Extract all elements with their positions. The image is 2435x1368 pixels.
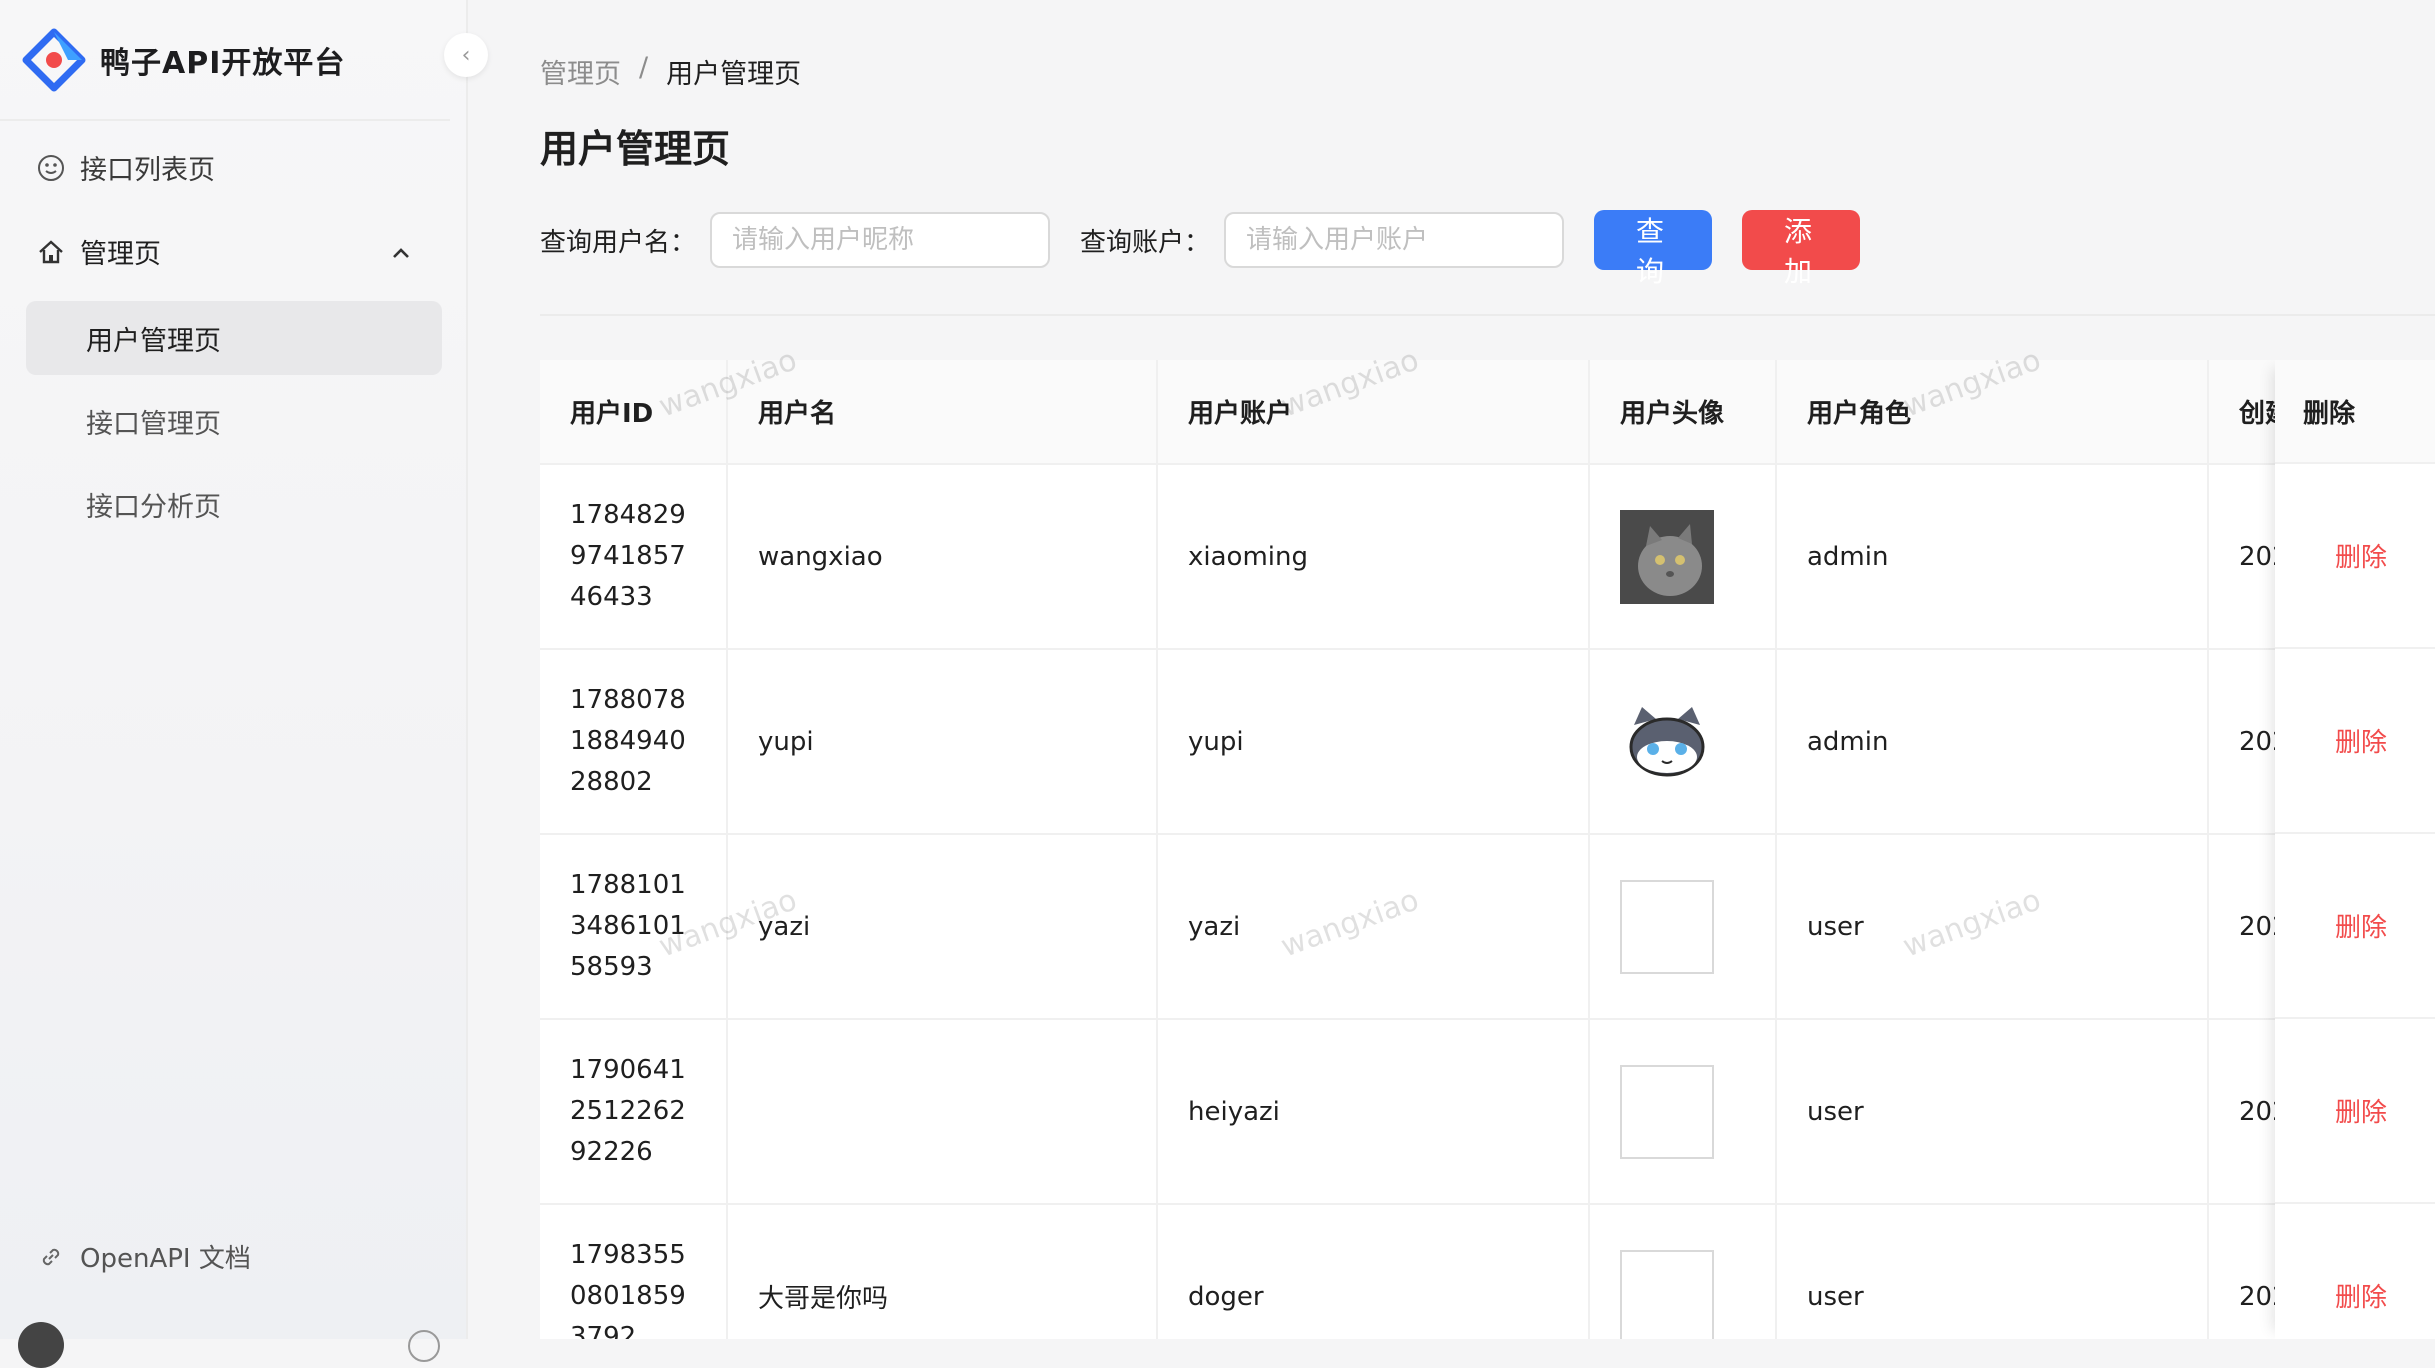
search-form: 查询用户名： 查询账户： 查询 添加 bbox=[540, 210, 1861, 288]
delete-button[interactable]: 删除 bbox=[2275, 464, 2435, 649]
account-cell: doger bbox=[1157, 1204, 1590, 1339]
account-search-input[interactable] bbox=[1224, 212, 1565, 268]
avatar-cell bbox=[1589, 1204, 1777, 1339]
avatar-placeholder[interactable] bbox=[1620, 879, 1714, 974]
delete-button[interactable]: 删除 bbox=[2275, 1204, 2435, 1339]
column-header-role[interactable]: 用户角色 bbox=[1776, 360, 2209, 465]
add-button[interactable]: 添加 bbox=[1742, 210, 1861, 288]
account-cell: yupi bbox=[1157, 649, 1590, 835]
user-id-cell: 1788101348610158593 bbox=[540, 834, 728, 1020]
sidebar-item-api-analysis[interactable]: 接口分析页 bbox=[26, 467, 442, 541]
column-header-avatar[interactable]: 用户头像 bbox=[1589, 360, 1777, 465]
account-cell: xiaoming bbox=[1157, 464, 1590, 650]
avatar-cell bbox=[1589, 834, 1777, 1020]
table-row: 1790641251226292226 heiyazi user 202 bbox=[540, 1019, 2435, 1205]
avatar-cell bbox=[1589, 1019, 1777, 1205]
sidebar: 鸭子API开放平台 接口列表页 管理页 用户管理页 接口管理页 接口分析页 Op… bbox=[0, 0, 468, 1368]
username-cell: yazi bbox=[727, 834, 1158, 1020]
role-cell: user bbox=[1776, 834, 2209, 1020]
action-column: 删除 删除 删除 删除 删除 删除 bbox=[2275, 360, 2435, 1339]
account-search-label: 查询账户： bbox=[1080, 227, 1211, 258]
link-icon bbox=[36, 1242, 66, 1272]
username-cell: yupi bbox=[727, 649, 1158, 835]
sidebar-divider bbox=[0, 119, 450, 121]
openapi-docs-label: OpenAPI 文档 bbox=[80, 1244, 251, 1274]
sidebar-item-label: 用户管理页 bbox=[86, 325, 221, 357]
content-divider bbox=[540, 314, 2435, 316]
breadcrumb-current: 用户管理页 bbox=[666, 59, 802, 90]
sidebar-item-label: 管理页 bbox=[80, 239, 161, 270]
role-cell: user bbox=[1776, 1204, 2209, 1339]
avatar-placeholder[interactable] bbox=[1620, 1064, 1714, 1159]
sidebar-item-label: 接口列表页 bbox=[80, 155, 215, 186]
delete-button[interactable]: 删除 bbox=[2275, 834, 2435, 1019]
delete-button[interactable]: 删除 bbox=[2275, 649, 2435, 834]
table-header-row: 用户ID 用户名 用户账户 用户头像 用户角色 创建 bbox=[540, 360, 2435, 465]
username-cell: wangxiao bbox=[727, 464, 1158, 650]
user-id-cell: 1788078188494028802 bbox=[540, 649, 728, 835]
breadcrumb-parent[interactable]: 管理页 bbox=[540, 52, 621, 91]
avatar-image[interactable] bbox=[1620, 509, 1714, 604]
column-header-delete: 删除 bbox=[2275, 360, 2435, 464]
query-button[interactable]: 查询 bbox=[1594, 210, 1713, 288]
openapi-docs-link[interactable]: OpenAPI 文档 bbox=[36, 1238, 251, 1275]
app-title: 鸭子API开放平台 bbox=[100, 46, 346, 81]
user-id-cell: 1784829974185746433 bbox=[540, 464, 728, 650]
avatar-image[interactable] bbox=[1620, 695, 1714, 789]
table-row: 1784829974185746433 wangxiao xiaoming ad… bbox=[540, 464, 2435, 650]
chevron-up-icon[interactable] bbox=[386, 238, 416, 268]
sidebar-item-api-admin[interactable]: 接口管理页 bbox=[26, 384, 442, 458]
table-row: 179835508018593792 大哥是你吗 doger user 202 bbox=[540, 1204, 2435, 1339]
logo[interactable]: 鸭子API开放平台 bbox=[22, 28, 345, 92]
account-cell: heiyazi bbox=[1157, 1019, 1590, 1205]
column-header-username[interactable]: 用户名 bbox=[727, 360, 1158, 465]
home-icon bbox=[36, 237, 66, 267]
sidebar-item-user-admin[interactable]: 用户管理页 bbox=[26, 301, 442, 375]
account-cell: yazi bbox=[1157, 834, 1590, 1020]
logo-icon bbox=[22, 28, 86, 92]
settings-icon[interactable] bbox=[408, 1330, 440, 1362]
username-search-label: 查询用户名： bbox=[540, 227, 697, 258]
role-cell: user bbox=[1776, 1019, 2209, 1205]
table-row: 1788101348610158593 yazi yazi user 202 bbox=[540, 834, 2435, 1020]
chevron-left-icon: ‹ bbox=[461, 42, 471, 68]
role-cell: admin bbox=[1776, 649, 2209, 835]
user-id-cell: 1790641251226292226 bbox=[540, 1019, 728, 1205]
sidebar-item-label: 接口分析页 bbox=[86, 491, 221, 523]
username-cell bbox=[727, 1019, 1158, 1205]
collapse-sidebar-button[interactable]: ‹ bbox=[444, 33, 488, 77]
smile-icon bbox=[36, 153, 66, 183]
user-table: 用户ID 用户名 用户账户 用户头像 用户角色 创建 1784829974185… bbox=[540, 360, 2435, 1339]
user-id-cell: 179835508018593792 bbox=[540, 1204, 728, 1339]
role-cell: admin bbox=[1776, 464, 2209, 650]
sidebar-item-label: 接口管理页 bbox=[86, 408, 221, 440]
breadcrumb: 管理页 / 用户管理页 bbox=[540, 52, 801, 91]
page-title: 用户管理页 bbox=[540, 127, 731, 171]
sidebar-item-admin[interactable]: 管理页 bbox=[36, 232, 161, 271]
username-search-input[interactable] bbox=[710, 212, 1051, 268]
table-row: 1788078188494028802 yupi yupi admin 202 bbox=[540, 649, 2435, 835]
breadcrumb-separator: / bbox=[639, 52, 649, 83]
username-cell: 大哥是你吗 bbox=[727, 1204, 1158, 1339]
avatar-placeholder[interactable] bbox=[1620, 1249, 1714, 1339]
sidebar-item-api-list[interactable]: 接口列表页 bbox=[36, 148, 215, 187]
avatar-cell bbox=[1589, 464, 1777, 650]
column-header-user-id[interactable]: 用户ID bbox=[540, 360, 728, 465]
avatar[interactable] bbox=[18, 1322, 64, 1368]
delete-button[interactable]: 删除 bbox=[2275, 1019, 2435, 1204]
column-header-account[interactable]: 用户账户 bbox=[1157, 360, 1590, 465]
avatar-cell bbox=[1589, 649, 1777, 835]
